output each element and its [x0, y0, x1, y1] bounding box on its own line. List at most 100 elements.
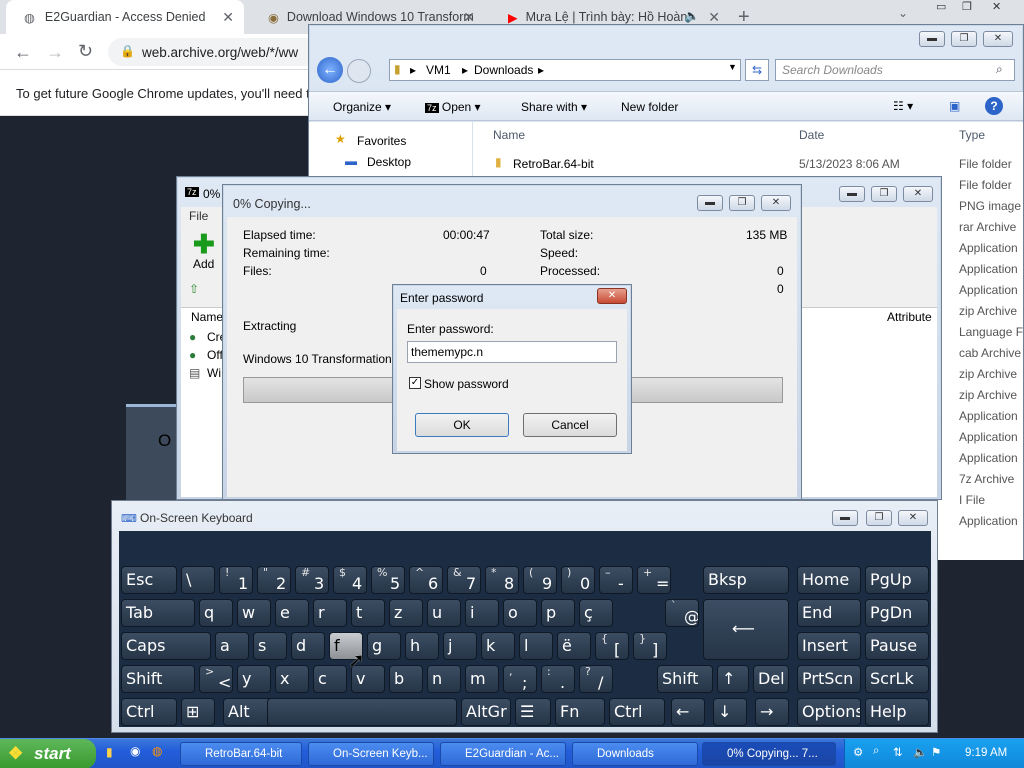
column-name[interactable]: Name [191, 310, 223, 324]
nav-favorites[interactable]: Favorites [357, 134, 406, 148]
flag-icon[interactable]: ⚑ [931, 745, 941, 759]
key-p[interactable]: p [541, 599, 575, 627]
clock[interactable]: 9:19 AM [965, 747, 1007, 759]
key-insert[interactable]: Insert [797, 632, 861, 660]
key-x[interactable]: x [275, 665, 309, 693]
tray-icon[interactable]: ⚙ [853, 745, 863, 759]
refresh-icon[interactable]: ⇆ [745, 59, 769, 81]
back-icon[interactable]: ← [14, 42, 32, 63]
key-ctrl[interactable]: Ctrl [609, 698, 665, 726]
ok-button[interactable]: OK [415, 413, 509, 437]
key-q[interactable]: q [199, 599, 233, 627]
breadcrumb-downloads[interactable]: Downloads [474, 63, 533, 77]
nav-desktop[interactable]: Desktop [367, 155, 411, 169]
chevron-down-icon[interactable]: ⌄ [898, 6, 908, 20]
preview-pane-icon[interactable]: ▣ [949, 99, 960, 113]
key-symbol[interactable]: > < [199, 665, 233, 693]
key-ctrl[interactable]: Ctrl [121, 698, 177, 726]
search-icon[interactable]: ⌕ [873, 745, 879, 758]
key-a[interactable]: a [215, 632, 249, 660]
key-symbol[interactable]: ë [557, 632, 591, 660]
key-esc[interactable]: Esc [121, 566, 177, 594]
key-9[interactable]: (9 [523, 566, 557, 594]
minimize-button[interactable]: ▬ [832, 510, 858, 526]
add-button[interactable]: Add [193, 257, 214, 271]
key-o[interactable]: o [503, 599, 537, 627]
key-2[interactable]: " 2 [257, 566, 291, 594]
minimize-button[interactable]: ▬ [697, 195, 723, 211]
network-icon[interactable]: ⇅ [893, 745, 903, 759]
close-button[interactable]: ✕ [761, 195, 791, 211]
key-i[interactable]: i [465, 599, 499, 627]
key-g[interactable]: g [367, 632, 401, 660]
close-icon[interactable]: ✕ [222, 9, 234, 26]
new-folder-button[interactable]: New folder [621, 100, 678, 114]
key-l[interactable]: l [519, 632, 553, 660]
key-symbol[interactable]: – - [599, 566, 633, 594]
minimize-icon[interactable]: ▭ [936, 0, 946, 13]
key-shift[interactable]: Shift [657, 665, 713, 693]
key-d[interactable]: d [291, 632, 325, 660]
column-name[interactable]: Name [493, 128, 525, 142]
key-symbol[interactable]: ,; [503, 665, 537, 693]
address-bar[interactable]: ▮ ▸ VM1 ▸ Downloads ▸ ▼ [389, 59, 741, 81]
close-button[interactable]: ✕ [898, 510, 928, 526]
key-prtscn[interactable]: PrtScn [797, 665, 861, 693]
key-symbol[interactable]: }] [633, 632, 667, 660]
key-c[interactable]: c [313, 665, 347, 693]
forward-icon[interactable]: → [46, 42, 64, 63]
list-item[interactable]: Off [207, 348, 223, 362]
maximize-button[interactable]: ❐ [866, 510, 892, 526]
close-button[interactable]: ✕ [983, 31, 1013, 47]
key-1[interactable]: ! 1 [219, 566, 253, 594]
key-symbol[interactable]: :. [541, 665, 575, 693]
key-pause[interactable]: Pause [865, 632, 929, 660]
key-symbol[interactable]: + = [637, 566, 671, 594]
key-end[interactable]: End [797, 599, 861, 627]
key-bksp[interactable]: Bksp [703, 566, 789, 594]
key-t[interactable]: t [351, 599, 385, 627]
file-name[interactable]: RetroBar.64-bit [513, 157, 594, 171]
key-z[interactable]: z [389, 599, 423, 627]
minimize-button[interactable]: ▬ [839, 186, 865, 202]
key-symbol[interactable]: ? / [579, 665, 613, 693]
taskbar-osk[interactable]: On-Screen Keyb... [308, 742, 434, 766]
show-password-checkbox[interactable]: ✓ [409, 377, 421, 389]
key-h[interactable]: h [405, 632, 439, 660]
key-n[interactable]: n [427, 665, 461, 693]
password-input[interactable]: thememypc.n [407, 341, 617, 363]
list-item[interactable]: Wi [207, 366, 221, 380]
view-icon[interactable]: ☷ ▾ [893, 99, 913, 113]
key-0[interactable]: ) 0 [561, 566, 595, 594]
key-altgr[interactable]: AltGr [461, 698, 511, 726]
key-j[interactable]: j [443, 632, 477, 660]
taskbar-downloads[interactable]: Downloads [572, 742, 698, 766]
key-symbol[interactable]: ` @ [665, 599, 699, 627]
key-s[interactable]: s [253, 632, 287, 660]
add-icon[interactable]: ✚ [193, 229, 215, 260]
key-symbol[interactable]: {[ [595, 632, 629, 660]
key-b[interactable]: b [389, 665, 423, 693]
key-8[interactable]: * 8 [485, 566, 519, 594]
breadcrumb-vm1[interactable]: VM1 [426, 63, 451, 77]
search-box[interactable]: Search Downloads ⌕ [775, 59, 1015, 81]
key-fn[interactable]: Fn [555, 698, 605, 726]
key-3[interactable]: #3 [295, 566, 329, 594]
maximize-button[interactable]: ❐ [871, 186, 897, 202]
key-m[interactable]: m [465, 665, 499, 693]
maximize-button[interactable]: ❐ [729, 195, 755, 211]
forward-button[interactable] [347, 59, 371, 83]
key-space[interactable] [267, 698, 457, 726]
tab-e2guardian[interactable]: ◍ E2Guardian - Access Denied ✕ [6, 0, 244, 34]
chrome-quicklaunch-icon[interactable]: ◉ [130, 744, 140, 758]
taskbar-copying[interactable]: 0% Copying... 7... [702, 742, 836, 766]
key-caps[interactable]: Caps [121, 632, 211, 660]
key-5[interactable]: % 5 [371, 566, 405, 594]
key-4[interactable]: $4 [333, 566, 367, 594]
column-type[interactable]: Type [959, 128, 985, 142]
key-symbol[interactable]: ← [671, 698, 705, 726]
menu-file[interactable]: File [189, 209, 208, 223]
key-help[interactable]: Help [865, 698, 929, 726]
key-pgup[interactable]: PgUp [865, 566, 929, 594]
speaker-icon[interactable]: 🔈 [684, 9, 700, 24]
